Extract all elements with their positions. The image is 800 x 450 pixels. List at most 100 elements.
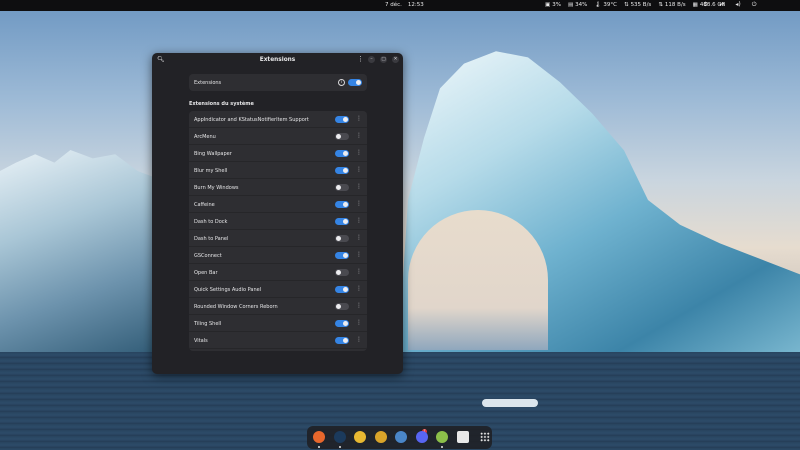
more-options-icon[interactable]: ⋮	[356, 217, 362, 224]
list-item[interactable]: Bing Wallpaper ⋮	[189, 145, 367, 162]
extension-name: Dash to Panel	[194, 236, 229, 242]
clock[interactable]: 7 déc. 12:53	[385, 2, 424, 8]
more-options-icon[interactable]: ⋮	[356, 115, 362, 122]
list-item[interactable]: Dash to Dock ⋮	[189, 213, 367, 230]
list-item[interactable]: Quick Settings Audio Panel ⋮	[189, 281, 367, 298]
running-indicator	[318, 445, 320, 448]
extension-toggle[interactable]	[335, 337, 349, 344]
toggle-knob	[356, 80, 361, 85]
list-item[interactable]: Blur my Shell ⋮	[189, 162, 367, 179]
more-options-icon[interactable]: ⋮	[356, 132, 362, 139]
extension-toggle[interactable]	[335, 116, 349, 123]
extensions-icon[interactable]	[436, 431, 448, 443]
extension-name: Quick Settings Audio Panel	[194, 287, 262, 293]
files-icon[interactable]	[395, 431, 407, 443]
extensions-window: 🔍︎ Extensions ⋮ – □ ✕ Extensions i Exten…	[152, 53, 403, 374]
toggle-knob	[343, 253, 348, 258]
more-options-icon[interactable]: ⋮	[356, 268, 362, 275]
list-item[interactable]: ArcMenu ⋮	[189, 128, 367, 145]
extension-toggle[interactable]	[335, 320, 349, 327]
list-item[interactable]: Vitals ⋮	[189, 332, 367, 349]
close-icon[interactable]: ✕	[392, 56, 399, 63]
extension-name: Open Bar	[194, 270, 218, 276]
vitals-indicator[interactable]: ▣ 3% ▤ 34% 🌡 39°C ⇅ 535 B/s ⇅ 118 B/s ▦ 433.6 …	[545, 2, 725, 8]
list-item[interactable]: GSConnect ⋮	[189, 247, 367, 264]
more-options-icon[interactable]: ⋮	[356, 149, 362, 156]
temperature-stat: 🌡 39°C	[594, 2, 617, 8]
volume-icon[interactable]: ◂)	[735, 1, 740, 9]
cpu-stat: ▣ 3%	[545, 2, 561, 8]
more-options-icon[interactable]: ⋮	[356, 251, 362, 258]
extension-toggle[interactable]	[335, 252, 349, 259]
settings-icon[interactable]: ⚙	[703, 1, 708, 9]
toggle-knob	[336, 185, 341, 190]
extension-toggle[interactable]	[335, 133, 349, 140]
extension-name: Rounded Window Corners Reborn	[194, 304, 278, 310]
extensions-master-toggle[interactable]	[348, 79, 362, 86]
network-icon[interactable]: ⇌	[719, 1, 724, 9]
iceberg-arch-opening	[408, 210, 548, 350]
gnome-tweaks-icon[interactable]	[354, 431, 366, 443]
running-indicator	[441, 445, 443, 448]
list-item[interactable]: AppIndicator and KStatusNotifierItem Sup…	[189, 111, 367, 128]
system-tray[interactable]: ⚙ ⇌ ◂) ⏻	[703, 1, 757, 9]
system-extensions-list: AppIndicator and KStatusNotifierItem Sup…	[189, 111, 367, 351]
steam-icon[interactable]	[333, 431, 346, 443]
discord-icon[interactable]	[415, 431, 428, 443]
more-options-icon[interactable]: ⋮	[356, 183, 362, 190]
more-options-icon[interactable]: ⋮	[356, 166, 362, 173]
list-item[interactable]: Dash to Panel ⋮	[189, 230, 367, 247]
toggle-knob	[336, 236, 341, 241]
main-menu-icon[interactable]: ⋮	[357, 55, 364, 63]
extension-toggle[interactable]	[335, 286, 349, 293]
toggle-knob	[336, 134, 341, 139]
more-options-icon[interactable]: ⋮	[356, 302, 362, 309]
power-icon[interactable]: ⏻	[752, 1, 757, 9]
extension-name: AppIndicator and KStatusNotifierItem Sup…	[194, 117, 309, 123]
temperature-icon: 🌡	[594, 2, 602, 8]
more-options-icon[interactable]: ⋮	[356, 200, 362, 207]
list-item[interactable]: Burn My Windows ⋮	[189, 179, 367, 196]
cpu-icon: ▣	[545, 2, 551, 8]
running-indicator	[338, 445, 341, 448]
toggle-knob	[336, 270, 341, 275]
extension-name: Blur my Shell	[194, 168, 228, 174]
show-apps-icon[interactable]	[480, 432, 490, 442]
clock-date: 7 déc.	[385, 2, 402, 8]
extension-toggle[interactable]	[335, 201, 349, 208]
list-item[interactable]: Tiling Shell ⋮	[189, 315, 367, 332]
extension-toggle[interactable]	[335, 184, 349, 191]
top-bar: 7 déc. 12:53 ▣ 3% ▤ 34% 🌡 39°C ⇅ 535 B/s ⇅ 11…	[0, 0, 800, 11]
extension-name: Burn My Windows	[194, 185, 239, 191]
header-bar: 🔍︎ Extensions ⋮ – □ ✕	[152, 53, 403, 67]
toggle-knob	[343, 117, 348, 122]
minimize-icon[interactable]: –	[368, 56, 375, 63]
upload-stat: ⇅ 118 B/s	[658, 2, 686, 8]
toggle-knob	[343, 321, 348, 326]
toggle-knob	[343, 287, 348, 292]
document-viewer-icon[interactable]	[456, 431, 469, 443]
list-item[interactable]: Rounded Window Corners Reborn ⋮	[189, 298, 367, 315]
list-item[interactable]: Caffeine ⋮	[189, 196, 367, 213]
section-title: Extensions du système	[189, 101, 254, 107]
more-options-icon[interactable]: ⋮	[356, 285, 362, 292]
extensions-master-row: Extensions i	[189, 74, 367, 91]
extension-toggle[interactable]	[335, 167, 349, 174]
firefox-icon[interactable]	[313, 431, 325, 443]
extension-toggle[interactable]	[335, 218, 349, 225]
info-icon[interactable]: i	[338, 79, 345, 86]
extension-name: ArcMenu	[194, 134, 216, 140]
upload-icon: ⇅	[658, 2, 663, 8]
extension-toggle[interactable]	[335, 303, 349, 310]
more-options-icon[interactable]: ⋮	[356, 319, 362, 326]
more-options-icon[interactable]: ⋮	[356, 336, 362, 343]
extension-toggle[interactable]	[335, 235, 349, 242]
memory-stat: ▤ 34%	[567, 2, 588, 8]
toggle-knob	[343, 151, 348, 156]
extension-toggle[interactable]	[335, 269, 349, 276]
brush-icon[interactable]	[374, 431, 387, 443]
more-options-icon[interactable]: ⋮	[356, 234, 362, 241]
extension-toggle[interactable]	[335, 150, 349, 157]
maximize-icon[interactable]: □	[380, 56, 387, 63]
list-item[interactable]: Open Bar ⋮	[189, 264, 367, 281]
